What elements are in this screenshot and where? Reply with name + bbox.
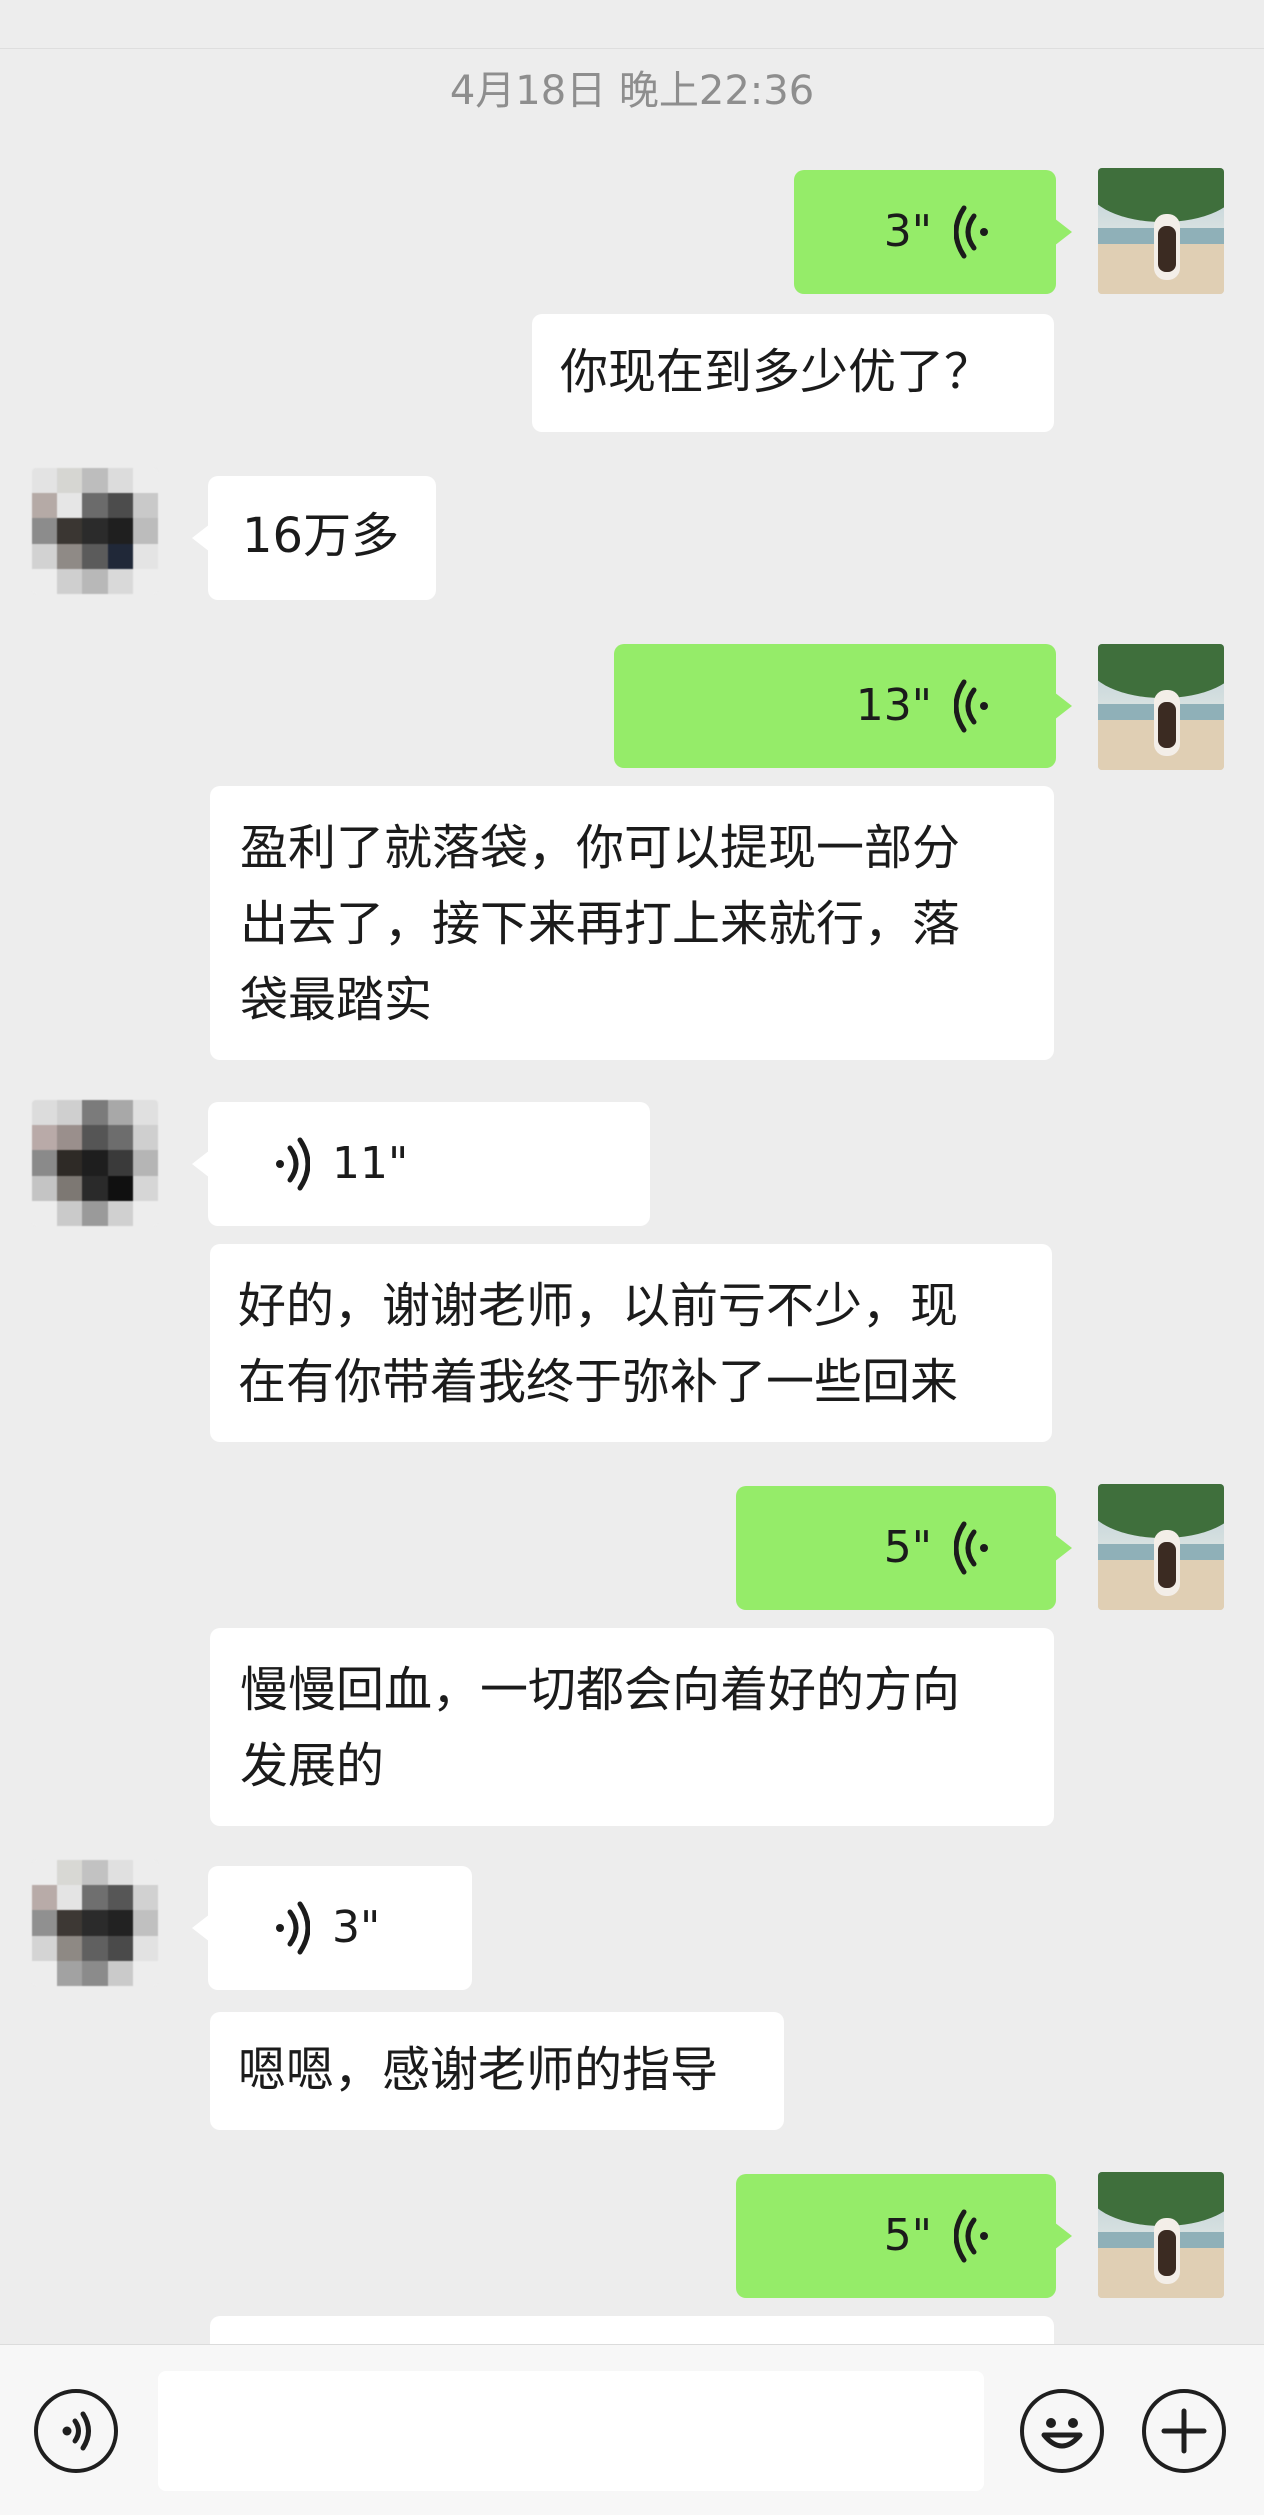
voice-wave-icon (954, 1521, 988, 1575)
voice-wave-icon (954, 205, 988, 259)
voice-message-sent[interactable]: 5" (736, 1486, 1072, 1610)
voice-message-received[interactable]: 3" (192, 1866, 472, 1990)
text-message-received[interactable]: 嗯嗯，感谢老师的指导 (210, 2012, 784, 2130)
text-message-received[interactable]: 好的，谢谢老师，以前亏不少，现 在有你带着我终于弥补了一些回来 (210, 1244, 1052, 1442)
message-line: 慢慢回血，一切都会向着好的方向 (240, 1662, 961, 1718)
voice-message-sent[interactable]: 5" (736, 2174, 1072, 2298)
voice-wave-icon (954, 679, 988, 733)
avatar-contact[interactable] (32, 1860, 158, 1986)
voice-duration: 5" (883, 1522, 932, 1573)
message-line: 好的，谢谢老师，以前亏不少，现 (238, 1278, 959, 1334)
text-message-received[interactable]: 16万多 (192, 476, 436, 600)
voice-message-sent[interactable]: 3" (794, 170, 1072, 294)
message-line: 在有你带着我终于弥补了一些回来 (238, 1354, 959, 1410)
voice-mode-icon (62, 2411, 91, 2451)
voice-mode-button[interactable] (34, 2389, 118, 2473)
avatar-self[interactable] (1098, 644, 1224, 770)
message-line: 袋最踏实 (240, 972, 433, 1028)
avatar-self[interactable] (1098, 1484, 1224, 1610)
message-text: 嗯嗯，感谢老师的指导 (238, 2042, 719, 2098)
message-text: 你现在到多少优了？ (560, 344, 993, 400)
message-timestamp: 4月18日 晚上22:36 (449, 68, 815, 114)
voice-message-sent[interactable]: 13" (614, 644, 1072, 768)
voice-duration: 3" (332, 1902, 381, 1953)
plus-icon (1161, 2408, 1207, 2454)
chat-input-bar (0, 2344, 1264, 2515)
emoji-button[interactable] (1020, 2389, 1104, 2473)
message-line: 出去了，接下来再打上来就行，落 (240, 896, 961, 952)
message-line: 发展的 (240, 1738, 385, 1794)
text-message-sent[interactable]: 盈利了就落袋，你可以提现一部分 出去了，接下来再打上来就行，落 袋最踏实 (210, 786, 1054, 1060)
voice-duration: 13" (855, 680, 932, 731)
voice-wave-icon (276, 1901, 310, 1955)
voice-wave-icon (276, 1137, 310, 1191)
voice-duration: 11" (332, 1138, 409, 1189)
message-line: 盈利了就落袋，你可以提现一部分 (240, 820, 961, 876)
avatar-self[interactable] (1098, 168, 1224, 294)
voice-message-received[interactable]: 11" (192, 1102, 650, 1226)
emoji-icon (1041, 2418, 1083, 2449)
more-options-button[interactable] (1142, 2389, 1226, 2473)
voice-duration: 5" (883, 2210, 932, 2261)
text-message-sent[interactable]: 你现在到多少优了？ (532, 314, 1054, 432)
message-input[interactable] (158, 2371, 984, 2491)
message-text: 16万多 (242, 508, 400, 564)
voice-wave-icon (954, 2209, 988, 2263)
avatar-contact[interactable] (32, 1100, 158, 1226)
text-message-sent[interactable]: 慢慢回血，一切都会向着好的方向 发展的 (210, 1628, 1054, 1826)
avatar-self[interactable] (1098, 2172, 1224, 2298)
voice-duration: 3" (883, 206, 932, 257)
avatar-contact[interactable] (32, 468, 158, 594)
status-strip (0, 0, 1264, 49)
